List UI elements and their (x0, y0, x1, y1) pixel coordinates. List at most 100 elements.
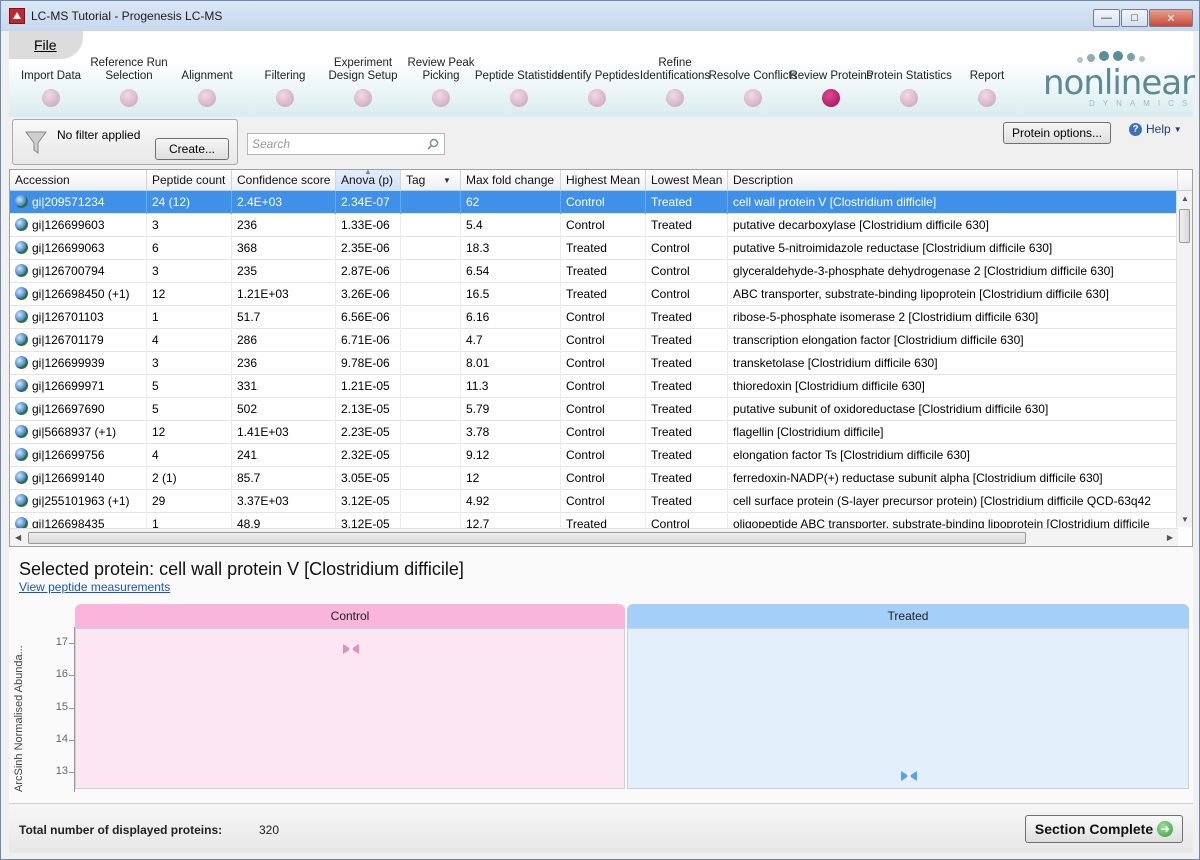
table-row[interactable]: gi|126701103 1 51.7 6.56E-06 6.16 Control Trea… (10, 306, 1178, 329)
workflow-step[interactable]: Protein Statistics (864, 55, 954, 107)
table-cell: 9.12 (461, 444, 561, 467)
table-row[interactable]: gi|126699971 5 331 1.21E-05 11.3 Control Treat… (10, 375, 1178, 398)
step-indicator-icon (510, 89, 528, 107)
step-indicator-icon (276, 89, 294, 107)
vertical-scrollbar[interactable]: ▲ ▼ (1176, 191, 1192, 527)
cell-text: 16.5 (466, 287, 490, 301)
column-header[interactable]: Peptide count (147, 170, 232, 191)
workflow-step[interactable]: Report (942, 55, 1032, 107)
cell-text: gi|126701103 (32, 310, 104, 324)
nonlinear-logo: nonlinear DYNAMICS (1043, 47, 1195, 108)
workflow-step-label: Resolve Conflicts (708, 70, 798, 82)
horizontal-scroll-thumb[interactable] (28, 532, 1026, 544)
help-icon: ? (1129, 122, 1142, 136)
table-row[interactable]: gi|209571234 24 (12) 2.4E+03 2.34E-07 62 Cont… (10, 191, 1178, 214)
help-label: Help (1146, 122, 1171, 136)
cell-text: gi|126699756 (32, 448, 105, 462)
cell-text: 2.13E-05 (341, 402, 390, 416)
table-cell: Treated (646, 398, 728, 421)
view-peptide-measurements-link[interactable]: View peptide measurements (19, 580, 170, 594)
table-cell: Treated (646, 375, 728, 398)
table-row[interactable]: gi|126699939 3 236 9.78E-06 8.01 Control Treat… (10, 352, 1178, 375)
cell-text: gi|126699971 (32, 379, 105, 393)
column-header[interactable]: Tag (401, 170, 461, 191)
column-header[interactable]: Highest Mean (561, 170, 646, 191)
table-row[interactable]: gi|126697690 5 502 2.13E-05 5.79 Control Treat… (10, 398, 1178, 421)
table-cell: Treated (646, 191, 728, 214)
horizontal-scrollbar[interactable]: ◀ ▶ (10, 528, 1178, 546)
help-menu[interactable]: ? Help ▼ (1129, 119, 1189, 139)
search-input[interactable]: Search (247, 133, 445, 155)
protein-options-button[interactable]: Protein options... (1003, 122, 1111, 144)
table-cell: 4.7 (461, 329, 561, 352)
cell-text: gi|126700794 (32, 264, 105, 278)
cell-text: 2.35E-06 (341, 241, 390, 255)
table-row[interactable]: gi|126699140 2 (1) 85.7 3.05E-05 12 Control Tr… (10, 467, 1178, 490)
table-cell: Control (646, 260, 728, 283)
workflow-step[interactable]: Identify Peptides (552, 55, 642, 107)
table-cell: 16.5 (461, 283, 561, 306)
cell-text: 241 (237, 448, 258, 462)
minimize-button[interactable]: — (1093, 9, 1120, 27)
close-button[interactable]: ✕ (1149, 9, 1193, 27)
table-row[interactable]: gi|126699756 4 241 2.32E-05 9.12 Control Treat… (10, 444, 1178, 467)
table-cell (401, 191, 461, 214)
table-cell: 1 (147, 306, 232, 329)
scroll-left-icon[interactable]: ◀ (15, 533, 21, 542)
workflow-step[interactable]: Filtering (240, 55, 330, 107)
cell-text: gi|126699603 (32, 218, 105, 232)
workflow-step[interactable]: Import Data (6, 55, 96, 107)
cell-text: gi|126701179 (32, 333, 104, 347)
maximize-button[interactable]: □ (1121, 9, 1148, 27)
workflow-step[interactable]: Refine Identifications (630, 55, 720, 107)
cell-text: 5 (152, 402, 159, 416)
cell-text: 1 (152, 310, 159, 324)
table-row[interactable]: gi|126701179 4 286 6.71E-06 4.7 Control Treate… (10, 329, 1178, 352)
scroll-down-icon[interactable]: ▼ (1181, 515, 1189, 524)
table-row[interactable]: gi|5668937 (+1) 12 1.41E+03 2.23E-05 3.78 Con… (10, 421, 1178, 444)
column-header[interactable]: Lowest Mean (646, 170, 728, 191)
globe-icon (15, 425, 28, 438)
table-cell: 85.7 (232, 467, 336, 490)
workflow-step[interactable]: Alignment (162, 55, 252, 107)
tag-dropdown-icon[interactable]: ▼ (443, 176, 451, 185)
table-row[interactable]: gi|126700794 3 235 2.87E-06 6.54 Treated Contr… (10, 260, 1178, 283)
table-cell: 1.21E+03 (232, 283, 336, 306)
cell-text: 3 (152, 264, 159, 278)
column-header[interactable]: Confidence score (232, 170, 336, 191)
cell-text: thioredoxin [Clostridium difficile 630] (733, 379, 925, 393)
cell-text: 1.33E-06 (341, 218, 390, 232)
table-cell: gi|209571234 (10, 191, 147, 214)
globe-icon (15, 218, 28, 231)
table-cell: cell surface protein (S-layer precursor … (728, 490, 1178, 513)
section-complete-button[interactable]: Section Complete ➜ (1025, 815, 1183, 843)
workflow-step[interactable]: Review Peak Picking (396, 55, 486, 107)
scroll-right-icon[interactable]: ▶ (1167, 533, 1173, 542)
search-icon[interactable] (427, 138, 439, 150)
workflow-step[interactable]: Resolve Conflicts (708, 55, 798, 107)
table-row[interactable]: gi|255101963 (+1) 29 3.37E+03 3.12E-05 4.92 C… (10, 490, 1178, 513)
table-cell: 235 (232, 260, 336, 283)
table-row[interactable]: gi|126699063 6 368 2.35E-06 18.3 Treated Contr… (10, 237, 1178, 260)
vertical-scroll-thumb[interactable] (1179, 209, 1190, 243)
table-cell: 6.71E-06 (336, 329, 401, 352)
cell-text: Treated (651, 379, 692, 393)
column-header[interactable]: Accession (10, 170, 147, 191)
table-row[interactable]: gi|126699603 3 236 1.33E-06 5.4 Control Treate… (10, 214, 1178, 237)
column-header[interactable]: Description (728, 170, 1178, 191)
table-row[interactable]: gi|126698450 (+1) 12 1.21E+03 3.26E-06 16.5 T… (10, 283, 1178, 306)
file-menu-label: File (34, 37, 57, 53)
table-cell (401, 444, 461, 467)
workflow-step[interactable]: Experiment Design Setup (318, 55, 408, 107)
workflow-step[interactable]: Peptide Statistics (474, 55, 564, 107)
table-cell (401, 490, 461, 513)
table-cell: 241 (232, 444, 336, 467)
workflow-step[interactable]: Review Proteins (786, 55, 876, 107)
scroll-up-icon[interactable]: ▲ (1181, 194, 1189, 203)
column-header[interactable]: Max fold change (461, 170, 561, 191)
create-filter-button[interactable]: Create... (155, 138, 229, 160)
abundance-marker[interactable] (343, 643, 359, 655)
workflow-step[interactable]: Reference Run Selection (84, 55, 174, 107)
cell-text: 51.7 (237, 310, 261, 324)
abundance-marker[interactable] (901, 770, 917, 781)
